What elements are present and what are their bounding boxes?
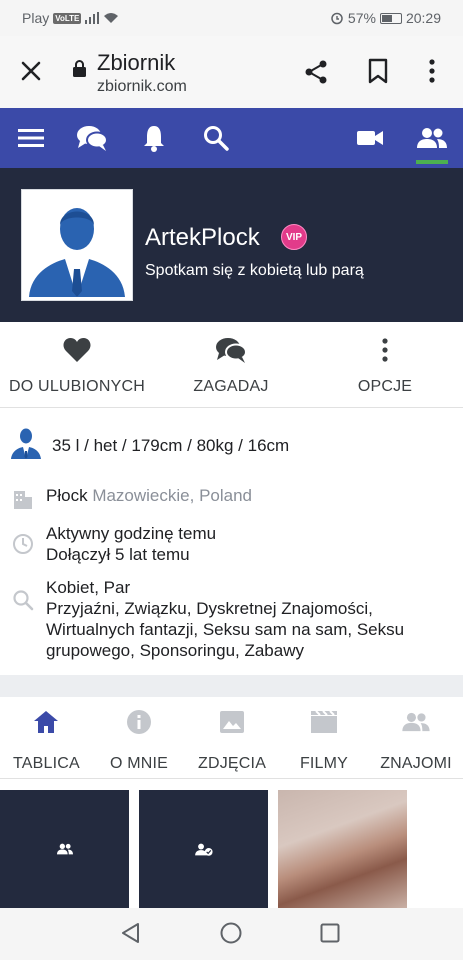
video-icon[interactable] (354, 123, 386, 153)
looking-for-text: Kobiet, Par (46, 578, 131, 597)
tab-friends-label: ZNAJOMI (380, 755, 452, 772)
region-name: Mazowieckie, Poland (92, 486, 253, 505)
wifi-icon (104, 13, 119, 23)
friends-icon[interactable] (416, 123, 448, 153)
default-avatar-icon (25, 193, 129, 297)
image-icon (220, 711, 244, 733)
browser-toolbar: Zbiornik zbiornik.com (0, 36, 463, 108)
battery-icon (379, 12, 402, 24)
clock-icon (13, 534, 33, 554)
status-bar: Play VoLTE 57% 20:29 (0, 0, 463, 36)
options-label: OPCJE (357, 378, 413, 395)
talk-button[interactable]: ZAGADAJ (154, 334, 308, 396)
recents-icon[interactable] (320, 923, 340, 943)
tab-about[interactable]: O MNIE (107, 707, 171, 773)
tab-wall[interactable]: TABLICA (13, 707, 80, 773)
alarm-icon (331, 12, 343, 25)
home-icon (34, 711, 58, 733)
joined-text: Dołączył 5 lat temu (46, 545, 190, 564)
tab-photos[interactable]: ZDJĘCIA (198, 707, 266, 773)
profile-tagline: Spotkam się z kobietą lub parą (145, 262, 364, 279)
person-icon (11, 428, 41, 459)
tab-photos-label: ZDJĘCIA (198, 755, 267, 772)
search-icon[interactable] (200, 123, 232, 153)
page-url[interactable]: zbiornik.com (97, 78, 187, 96)
home-circle-icon[interactable] (220, 922, 242, 944)
friends-tile[interactable] (0, 790, 129, 908)
tab-films-label: FILMY (299, 755, 349, 772)
location-text: Płock Mazowieckie, Poland (46, 485, 252, 506)
share-icon[interactable] (302, 58, 330, 86)
film-icon (311, 710, 337, 733)
profile-actions: DO ULUBIONYCH ZAGADAJ OPCJE (0, 322, 463, 408)
friend-verified-tile[interactable] (139, 790, 268, 908)
lock-icon (73, 60, 86, 77)
carrier-label: Play (22, 10, 50, 26)
tab-films[interactable]: FILMY (298, 707, 350, 773)
battery-percent: 57% (347, 10, 376, 26)
profile-tabs: TABLICA O MNIE ZDJĘCIA FILMY ZNAJOMI (0, 697, 463, 779)
close-icon[interactable] (18, 58, 44, 84)
bell-icon[interactable] (138, 123, 170, 153)
heart-icon (63, 338, 91, 362)
page-title: Zbiornik (97, 50, 176, 75)
tab-about-label: O MNIE (109, 755, 169, 772)
username: ArtekPlock (145, 224, 260, 251)
profile-header: ArtekPlock VIP Spotkam się z kobietą lub… (0, 168, 463, 322)
more-vert-icon (382, 338, 388, 362)
tab-wall-label: TABLICA (13, 755, 80, 772)
profile-info: 35 l / het / 179cm / 80kg / 16cm Płock M… (0, 409, 463, 675)
options-button[interactable]: OPCJE (308, 334, 462, 396)
photo-thumbnail[interactable] (278, 790, 407, 908)
content-grid (0, 780, 463, 908)
info-icon (127, 710, 151, 734)
add-favorite-button[interactable]: DO ULUBIONYCH (0, 334, 154, 396)
volte-badge: VoLTE (53, 12, 82, 24)
tab-friends[interactable]: ZNAJOMI (380, 707, 452, 773)
system-navigation-bar (0, 908, 463, 960)
search-icon (13, 590, 34, 611)
friends-icon (56, 843, 73, 855)
section-divider (0, 675, 463, 697)
friends-icon (402, 712, 430, 732)
add-favorite-label: DO ULUBIONYCH (9, 378, 145, 395)
chat-icon (216, 338, 247, 363)
signal-icon (85, 12, 100, 24)
more-vert-icon[interactable] (422, 58, 442, 84)
back-icon[interactable] (120, 922, 142, 944)
city-name: Płock (46, 486, 88, 505)
vip-badge: VIP (281, 224, 307, 250)
person-check-icon (194, 843, 213, 856)
clock: 20:29 (405, 10, 441, 26)
bookmark-icon[interactable] (366, 58, 390, 84)
menu-icon[interactable] (15, 123, 47, 153)
avatar[interactable] (21, 189, 133, 301)
activity-text: Aktywny godzinę temu (46, 524, 217, 543)
talk-label: ZAGADAJ (193, 378, 269, 395)
site-navbar (0, 108, 463, 168)
stats-text: 35 l / het / 179cm / 80kg / 16cm (52, 436, 290, 455)
chat-icon[interactable] (76, 123, 108, 153)
city-icon (14, 491, 32, 509)
interests-text: Przyjaźni, Związku, Dyskretnej Znajomośc… (46, 599, 405, 660)
active-tab-indicator (416, 160, 448, 164)
